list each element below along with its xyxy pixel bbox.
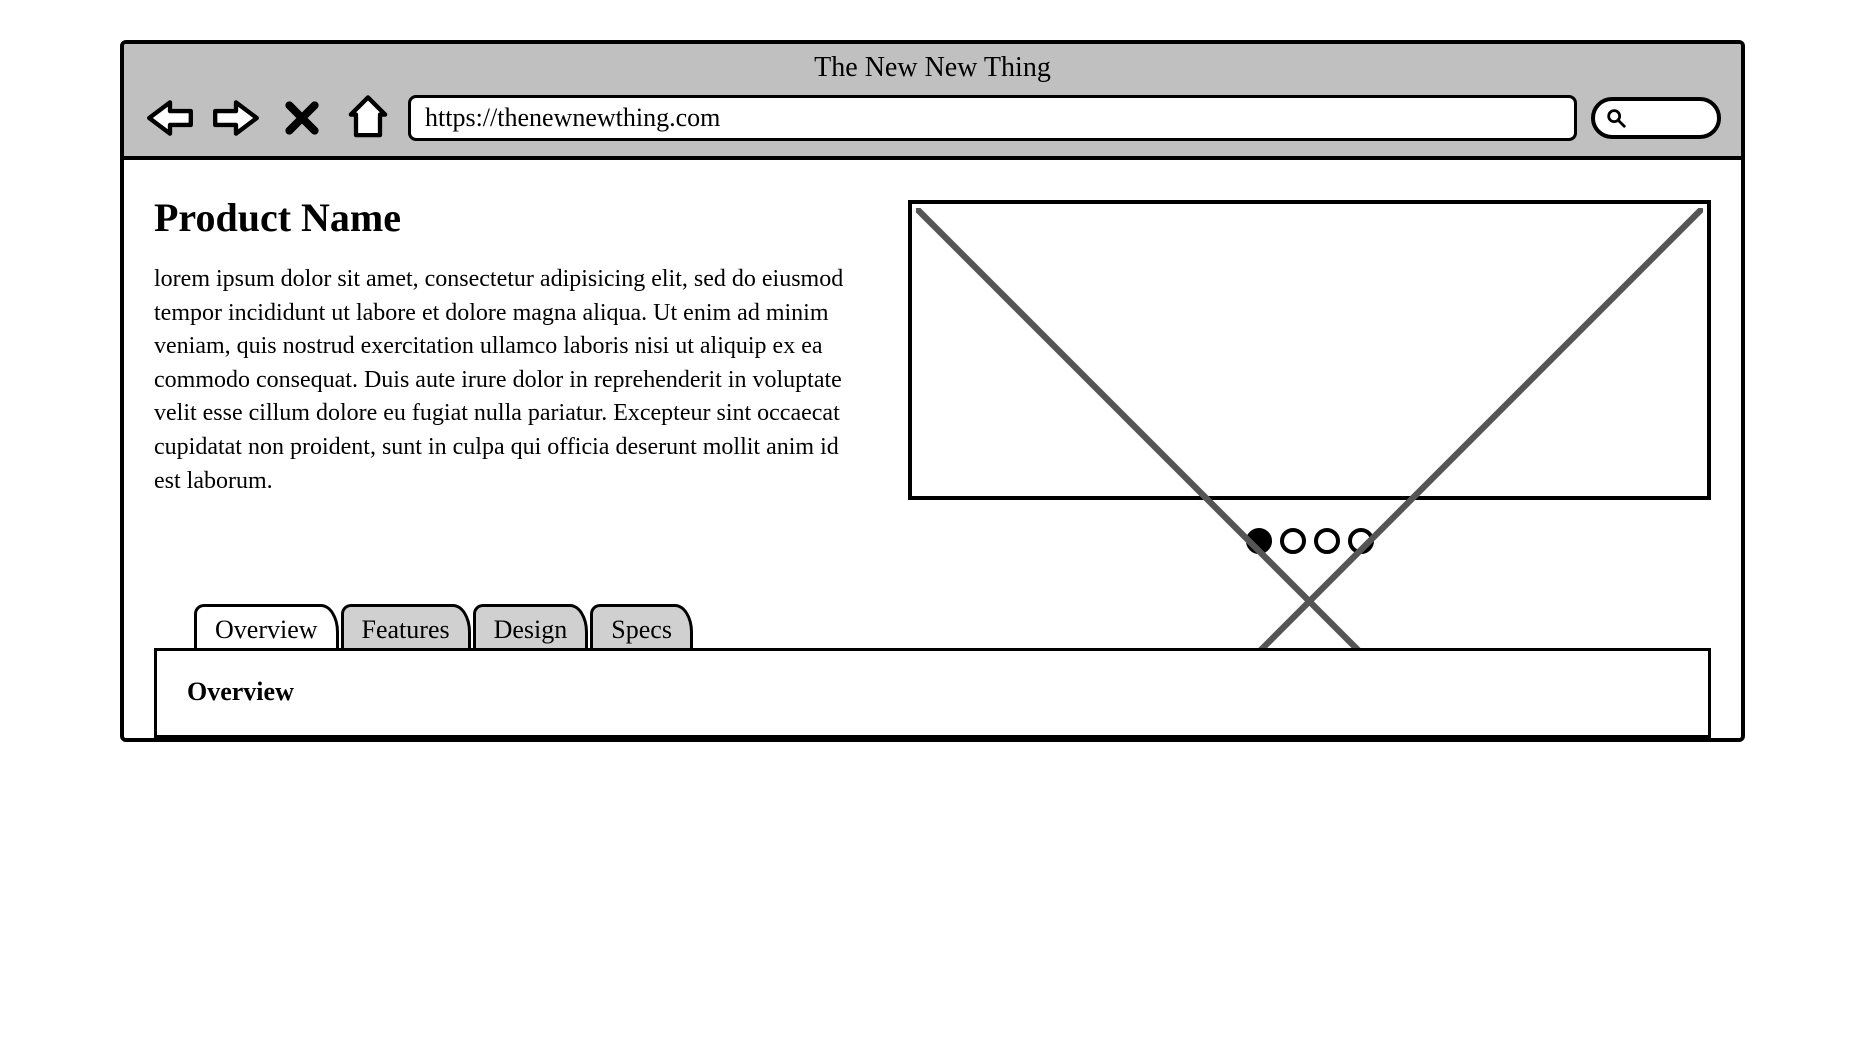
forward-arrow-icon[interactable]: [210, 94, 262, 142]
tab-bar: Overview Features Design Specs: [194, 604, 1711, 651]
product-description: lorem ipsum dolor sit amet, consectetur …: [154, 263, 870, 498]
address-bar-input[interactable]: [408, 95, 1577, 141]
tab-panel-heading: Overview: [187, 677, 1678, 707]
browser-toolbar: [124, 88, 1741, 156]
search-icon: [1605, 107, 1627, 129]
home-icon[interactable]: [342, 94, 394, 142]
product-top-row: Product Name lorem ipsum dolor sit amet,…: [154, 194, 1711, 554]
product-image-column: [908, 194, 1711, 554]
browser-window: The New New Thing Product Name lo: [120, 40, 1745, 742]
browser-chrome: The New New Thing: [124, 44, 1741, 160]
image-placeholder: [908, 200, 1711, 500]
tab-design[interactable]: Design: [473, 604, 589, 651]
tab-overview[interactable]: Overview: [194, 604, 339, 651]
product-text-column: Product Name lorem ipsum dolor sit amet,…: [154, 194, 870, 554]
tabs-section: Overview Features Design Specs Overview: [154, 604, 1711, 738]
back-arrow-icon[interactable]: [144, 94, 196, 142]
tab-panel: Overview: [154, 648, 1711, 738]
browser-title: The New New Thing: [124, 44, 1741, 88]
page-content: Product Name lorem ipsum dolor sit amet,…: [124, 160, 1741, 738]
tab-features[interactable]: Features: [341, 604, 471, 651]
search-pill[interactable]: [1591, 97, 1721, 139]
product-name-heading: Product Name: [154, 194, 870, 241]
tab-specs[interactable]: Specs: [590, 604, 693, 651]
stop-x-icon[interactable]: [276, 94, 328, 142]
